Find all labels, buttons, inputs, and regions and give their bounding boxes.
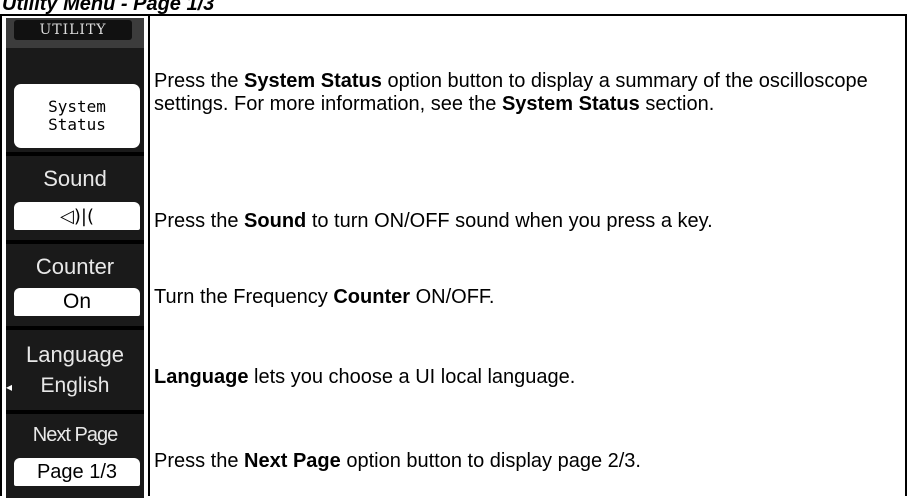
- emphasis: Language: [154, 366, 249, 388]
- text: lets you choose a UI local language.: [248, 366, 576, 388]
- emphasis: System Status: [244, 70, 382, 92]
- text: Press the: [154, 450, 245, 472]
- page-heading: Utility Menu - Page 1/3: [2, 0, 215, 15]
- text: ON/OFF.: [410, 286, 495, 308]
- menu-item-sound[interactable]: Sound ◁)|(: [6, 156, 144, 244]
- text: to turn ON/OFF sound when you press a ke…: [306, 210, 713, 232]
- language-description: Language lets you choose a UI local lang…: [154, 366, 904, 389]
- counter-caption: Counter: [35, 254, 115, 279]
- system-status-description: Press the System Status option button to…: [154, 70, 904, 116]
- menu-title: UTILITY: [14, 20, 132, 40]
- menu-item-counter[interactable]: Counter On: [6, 244, 144, 330]
- next-page-description: Press the Next Page option button to dis…: [154, 450, 904, 473]
- counter-description: Turn the Frequency Counter ON/OFF.: [154, 286, 904, 309]
- text: Turn the Frequency: [154, 286, 334, 308]
- emphasis: Next Page: [244, 450, 341, 472]
- sound-caption: Sound: [43, 166, 107, 191]
- system-status-button[interactable]: System Status: [14, 84, 140, 148]
- column-divider: [148, 16, 150, 496]
- text: Press the: [154, 210, 245, 232]
- text: section.: [639, 93, 715, 115]
- language-value: English: [40, 374, 110, 397]
- menu-item-system-status[interactable]: System Status: [6, 48, 144, 156]
- sound-value[interactable]: ◁)|(: [14, 202, 140, 230]
- utility-menu-panel: UTILITY System Status Sound ◁)|( Counter…: [6, 18, 144, 498]
- menu-item-language[interactable]: Language ◂ English: [6, 330, 144, 414]
- system-status-line2: Status: [48, 115, 106, 134]
- next-page-value[interactable]: Page 1/3: [14, 458, 140, 486]
- speaker-icon: ◁)|(: [60, 206, 94, 227]
- emphasis: Counter: [333, 286, 411, 308]
- emphasis: System Status: [501, 93, 640, 115]
- menu-title-bar: UTILITY: [6, 18, 144, 48]
- menu-item-next-page[interactable]: Next Page Page 1/3: [6, 414, 144, 498]
- text: option button to display page 2/3.: [340, 450, 641, 472]
- menu-description-table: UTILITY System Status Sound ◁)|( Counter…: [0, 14, 907, 498]
- next-page-caption: Next Page: [32, 424, 118, 446]
- counter-value[interactable]: On: [14, 288, 140, 316]
- language-caption: Language: [26, 342, 124, 367]
- emphasis: Sound: [244, 210, 307, 232]
- sound-description: Press the Sound to turn ON/OFF sound whe…: [154, 210, 904, 233]
- text: Press the: [154, 70, 245, 92]
- system-status-line1: System: [48, 97, 106, 116]
